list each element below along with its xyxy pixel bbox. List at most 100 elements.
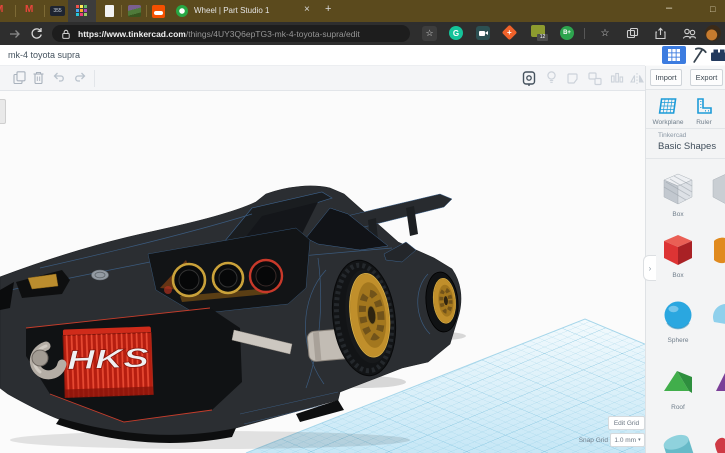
copy-icon[interactable] (12, 70, 27, 86)
shape-item-cylinder[interactable] (658, 430, 698, 453)
library-label: Tinkercad (658, 132, 687, 139)
favorites-add-icon[interactable]: ☆ (422, 26, 437, 41)
3d-design-mode-button[interactable] (662, 46, 686, 64)
refresh-icon[interactable] (30, 27, 43, 40)
camera-lens (484, 30, 488, 35)
shape-item-partial[interactable] (712, 363, 725, 399)
window-restore-button[interactable]: □ (710, 4, 715, 14)
headlight-rings (171, 258, 284, 298)
design-title[interactable]: mk-4 toyota supra (8, 50, 80, 60)
shape-label: Box (672, 211, 684, 218)
plus-glyph: + (507, 27, 512, 37)
calendar-extension-icon[interactable]: 12 (531, 25, 548, 41)
workplane-tool-label: Workplane (652, 119, 684, 126)
toolbar-divider (584, 28, 585, 39)
new-tab-button[interactable]: + (325, 3, 331, 15)
share-icon[interactable] (654, 27, 668, 40)
shape-item-box-transparent[interactable]: Box (658, 170, 698, 218)
active-pinned-tab-tinkercad[interactable] (68, 0, 96, 22)
shape-item-partial[interactable] (712, 296, 725, 332)
workplane-tool-icon[interactable] (657, 96, 679, 117)
favorites-star-icon[interactable]: ☆ (598, 26, 612, 40)
shape-item-partial[interactable] (712, 231, 725, 267)
redo-icon[interactable] (72, 71, 87, 85)
close-icon[interactable]: × (304, 4, 310, 15)
snap-grid-label: Snap Grid (578, 437, 608, 444)
show-all-icon[interactable] (544, 70, 559, 86)
snap-grid-value: 1.0 mm (614, 436, 637, 444)
headlight-red-dot (164, 286, 172, 294)
roof-thumb (664, 371, 692, 393)
url-path: /things/4UY3Q6epTG3-mk-4-toyota-supra/ed… (185, 28, 360, 39)
align-icon[interactable] (609, 71, 625, 86)
tab-separator (146, 5, 147, 17)
soundcloud-icon[interactable] (152, 5, 165, 18)
divider (646, 128, 725, 129)
pickaxe-mode-icon[interactable] (689, 46, 708, 64)
shape-label: Box (672, 272, 684, 279)
hks-logo-text: HKS (66, 343, 149, 376)
toyota-badge (91, 269, 109, 281)
gmail-icon[interactable]: M (25, 4, 33, 15)
sidebar-collapse-button[interactable]: › (643, 255, 656, 281)
editor-header: mk-4 toyota supra (0, 45, 725, 65)
view-cube-partial[interactable] (0, 99, 6, 124)
cylinder-thumb (663, 434, 695, 453)
shape-item-sphere[interactable]: Sphere (658, 296, 698, 344)
camera-extension-icon[interactable] (476, 26, 490, 40)
tab-separator (44, 5, 45, 17)
snap-grid-dropdown[interactable]: 1.0 mm ▾ (610, 433, 645, 447)
edit-grid-button[interactable]: Edit Grid (608, 416, 645, 430)
url-host: https://www.tinkercad.com (78, 28, 186, 39)
pin-extension-icon[interactable]: + (501, 24, 518, 41)
brick-mode-icon[interactable] (710, 46, 725, 64)
import-button[interactable]: Import (650, 69, 682, 86)
grammarly-icon[interactable]: G (449, 26, 463, 40)
profile-switch-icon[interactable] (682, 27, 697, 40)
sphere-thumb (664, 301, 692, 330)
code-site-icon[interactable]: 355 (50, 6, 65, 16)
tab-separator (15, 5, 16, 17)
tinkercad-icon (76, 5, 88, 17)
tinkercad-page: mk-4 toyota supra HKS Edit Grid Snap Gri… (0, 45, 725, 453)
shape-category-dropdown[interactable]: Basic Shapes (658, 141, 716, 152)
tab-title: Wheel | Part Studio 1 (194, 6, 270, 15)
browser-address-bar: https://www.tinkercad.com/things/4UY3Q6e… (0, 22, 725, 45)
group-icon[interactable] (565, 71, 581, 86)
divider (646, 158, 725, 159)
lock-icon (62, 29, 70, 39)
tab-separator (121, 5, 122, 17)
workplane-visibility-icon[interactable] (521, 70, 537, 87)
document-icon[interactable] (105, 5, 114, 17)
3d-viewport[interactable]: HKS Edit Grid Snap Grid 1.0 mm ▾ (0, 92, 645, 453)
editor-toolbar (0, 65, 645, 91)
ungroup-icon[interactable] (587, 71, 603, 86)
undo-icon[interactable] (52, 71, 67, 85)
onshape-icon (176, 5, 188, 17)
photo-icon[interactable] (128, 5, 141, 17)
bplus-extension-icon[interactable]: B+ (560, 26, 574, 40)
collections-icon[interactable] (626, 27, 640, 40)
toolbar-divider (94, 70, 95, 87)
shape-label: Sphere (667, 337, 689, 344)
box-thumb (664, 235, 692, 265)
shape-item-partial[interactable] (712, 170, 725, 206)
shapes-sidebar: Import Export Workplane Ruler Tinkercad … (645, 66, 725, 453)
tab-wheel-part-studio[interactable]: Wheel | Part Studio 1 × (170, 0, 320, 22)
scene[interactable]: HKS (0, 92, 645, 453)
url-field[interactable]: https://www.tinkercad.com/things/4UY3Q6e… (52, 25, 410, 42)
shape-item-partial[interactable] (712, 430, 725, 453)
hks-intercooler: HKS (62, 326, 154, 399)
ruler-tool-icon[interactable] (694, 96, 714, 117)
window-minimize-button[interactable]: – (666, 2, 672, 14)
profile-avatar[interactable] (705, 25, 721, 41)
export-button[interactable]: Export (690, 69, 723, 86)
forward-icon[interactable] (8, 28, 21, 40)
shape-item-roof[interactable]: Roof (658, 363, 698, 411)
box-transparent-thumb (663, 173, 693, 205)
shape-item-box[interactable]: Box (658, 231, 698, 279)
gmail-icon[interactable]: M (0, 4, 7, 18)
chevron-down-icon: ▾ (638, 437, 641, 443)
mirror-icon[interactable] (629, 71, 645, 86)
delete-icon[interactable] (31, 70, 46, 86)
